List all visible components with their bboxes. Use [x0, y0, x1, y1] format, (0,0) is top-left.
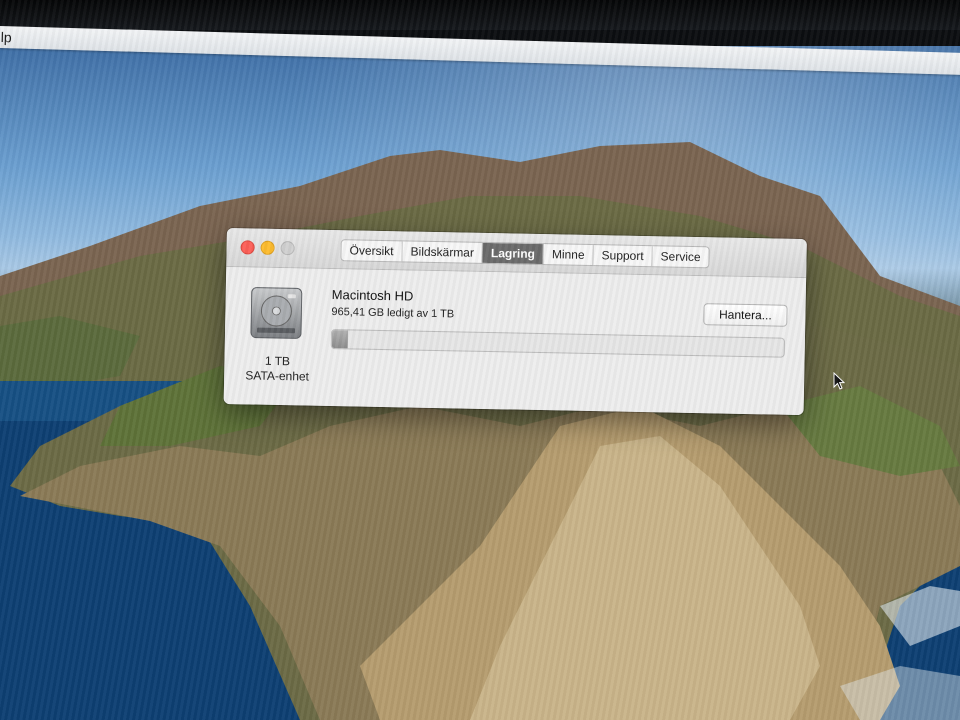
storage-used-segment [331, 330, 348, 349]
disk-type-label: SATA-enhet [245, 368, 310, 384]
about-this-mac-window: Översikt Bildskärmar Lagring Minne Suppo… [223, 228, 807, 416]
tab-bar: Översikt Bildskärmar Lagring Minne Suppo… [340, 239, 710, 269]
disk-size-label: 1 TB [264, 353, 291, 369]
tab-support[interactable]: Support [593, 245, 653, 267]
storage-usage-bar [330, 329, 785, 358]
tab-bildskarmar[interactable]: Bildskärmar [402, 241, 484, 263]
mouse-pointer-icon [833, 372, 845, 390]
minimize-button[interactable] [260, 240, 275, 255]
volume-free-space: 965,41 GB ledigt av 1 TB [331, 306, 455, 321]
hard-drive-icon [250, 287, 303, 339]
tab-lagring[interactable]: Lagring [482, 242, 545, 265]
close-button[interactable] [240, 240, 255, 255]
manage-button[interactable]: Hantera... [703, 303, 788, 327]
volume-name: Macintosh HD [331, 287, 414, 304]
menu-item-help[interactable]: ilp [0, 29, 12, 45]
storage-panel: 1 TB SATA-enhet Macintosh HD 965,41 GB l… [223, 266, 807, 416]
tab-minne[interactable]: Minne [543, 244, 594, 266]
zoom-button [280, 241, 295, 256]
tab-oversikt[interactable]: Översikt [341, 240, 403, 262]
monitor-bezel [0, 0, 960, 30]
tab-service[interactable]: Service [652, 246, 708, 267]
